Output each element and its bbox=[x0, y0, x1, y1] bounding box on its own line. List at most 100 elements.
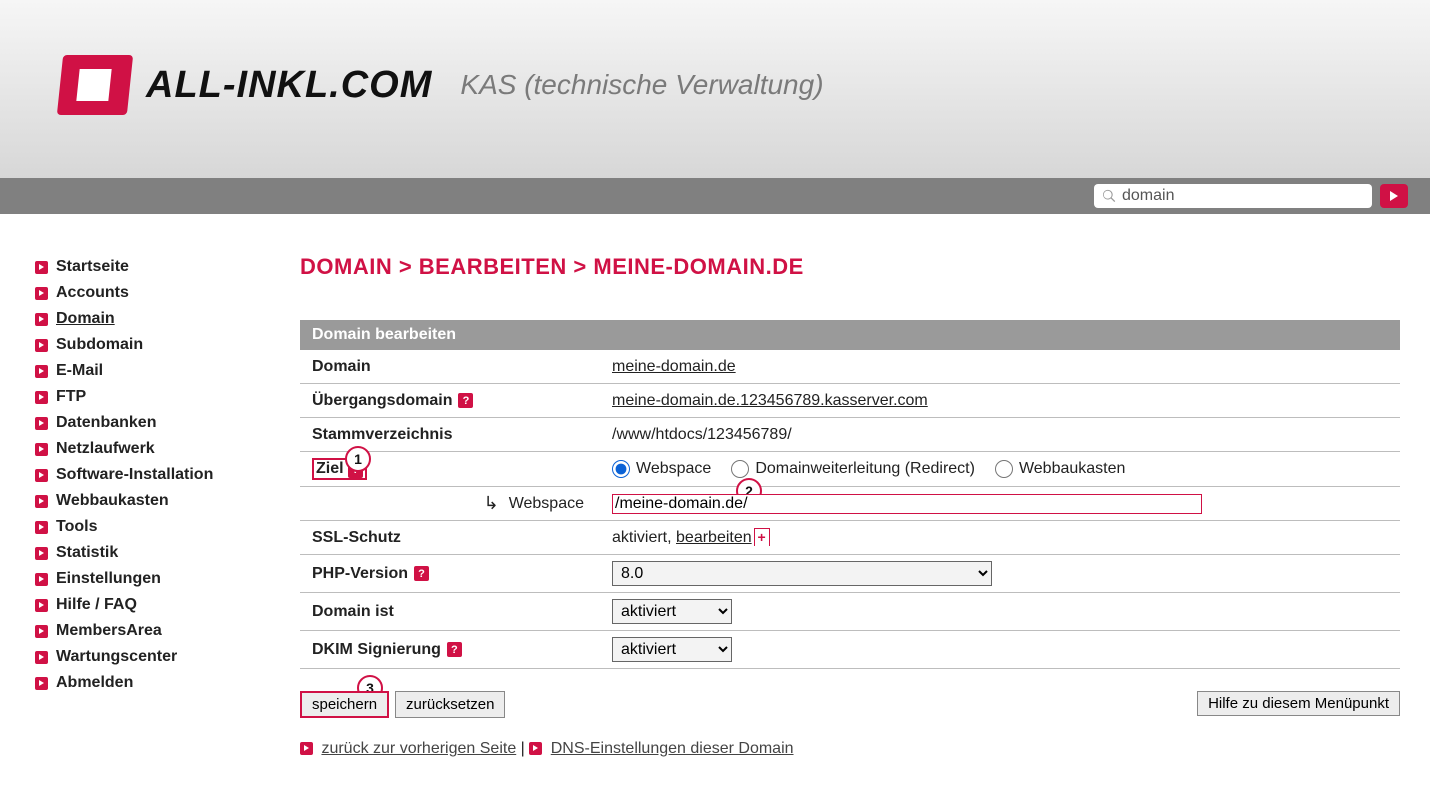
bullet-icon bbox=[35, 573, 48, 586]
logo-block: ALL-INKL.COM KAS (technische Verwaltung) bbox=[60, 55, 824, 115]
bullet-icon bbox=[35, 417, 48, 430]
help-icon[interactable]: ? bbox=[348, 463, 363, 478]
bullet-icon bbox=[35, 625, 48, 638]
sidebar-item-label: FTP bbox=[56, 388, 86, 406]
sidebar-item-hilfe-faq[interactable]: Hilfe / FAQ bbox=[35, 592, 300, 618]
bullet-icon bbox=[529, 742, 542, 755]
sidebar-item-datenbanken[interactable]: Datenbanken bbox=[35, 410, 300, 436]
bullet-icon bbox=[35, 651, 48, 664]
bullet-icon bbox=[300, 742, 313, 755]
row-webspace-path: ↳ Webspace bbox=[300, 487, 1400, 521]
sidebar-item-einstellungen[interactable]: Einstellungen bbox=[35, 566, 300, 592]
dkim-select[interactable]: aktiviert bbox=[612, 637, 732, 662]
reset-button[interactable]: zurücksetzen bbox=[395, 691, 505, 718]
sidebar-item-software-installation[interactable]: Software-Installation bbox=[35, 462, 300, 488]
label-dkim: DKIM Signierung bbox=[312, 641, 441, 659]
radio-builder[interactable] bbox=[995, 460, 1013, 478]
content: DOMAIN > BEARBEITEN > MEINE-DOMAIN.DE Do… bbox=[300, 254, 1400, 758]
bullet-icon bbox=[35, 391, 48, 404]
brand-subtitle: KAS (technische Verwaltung) bbox=[460, 69, 823, 101]
logo-icon bbox=[57, 55, 133, 115]
brand-name: ALL-INKL.COM bbox=[146, 64, 432, 107]
row-transition-domain: Übergangsdomain ? meine-domain.de.123456… bbox=[300, 384, 1400, 418]
panel-title: Domain bearbeiten bbox=[300, 320, 1400, 350]
sidebar-item-e-mail[interactable]: E-Mail bbox=[35, 358, 300, 384]
help-icon[interactable]: ? bbox=[414, 566, 429, 581]
value-rootdir: /www/htdocs/123456789/ bbox=[612, 426, 1388, 444]
label-target: Ziel bbox=[316, 460, 344, 477]
play-icon bbox=[1389, 191, 1399, 201]
bullet-icon bbox=[35, 365, 48, 378]
value-transition[interactable]: meine-domain.de.123456789.kasserver.com bbox=[612, 392, 928, 410]
label-transition: Übergangsdomain bbox=[312, 392, 452, 410]
help-icon[interactable]: ? bbox=[447, 642, 462, 657]
sidebar-item-domain[interactable]: Domain bbox=[35, 306, 300, 332]
domain-active-select[interactable]: aktiviert bbox=[612, 599, 732, 624]
sidebar-item-membersarea[interactable]: MembersArea bbox=[35, 618, 300, 644]
save-button[interactable]: speichern bbox=[300, 691, 389, 718]
bullet-icon bbox=[35, 599, 48, 612]
bullet-icon bbox=[35, 261, 48, 274]
bullet-icon bbox=[35, 313, 48, 326]
sidebar-item-label: Abmelden bbox=[56, 674, 133, 692]
breadcrumb: DOMAIN > BEARBEITEN > MEINE-DOMAIN.DE bbox=[300, 254, 1400, 280]
search-button[interactable] bbox=[1380, 184, 1408, 208]
bullet-icon bbox=[35, 443, 48, 456]
row-rootdir: Stammverzeichnis /www/htdocs/123456789/ bbox=[300, 418, 1400, 452]
footer-links: zurück zur vorherigen Seite | DNS-Einste… bbox=[300, 740, 1400, 758]
sidebar-item-label: Einstellungen bbox=[56, 570, 161, 588]
header: ALL-INKL.COM KAS (technische Verwaltung) bbox=[0, 0, 1430, 178]
return-arrow-icon: ↳ bbox=[484, 493, 499, 514]
sidebar-item-webbaukasten[interactable]: Webbaukasten bbox=[35, 488, 300, 514]
label-php: PHP-Version bbox=[312, 565, 408, 583]
sidebar-item-label: Wartungscenter bbox=[56, 648, 177, 666]
radio-redirect-label[interactable]: Domainweiterleitung (Redirect) bbox=[755, 460, 975, 478]
radio-webspace[interactable] bbox=[612, 460, 630, 478]
sidebar-item-label: Accounts bbox=[56, 284, 129, 302]
back-link[interactable]: zurück zur vorherigen Seite bbox=[321, 740, 516, 757]
webspace-path-input[interactable] bbox=[612, 494, 1202, 514]
radio-redirect[interactable] bbox=[731, 460, 749, 478]
value-domain[interactable]: meine-domain.de bbox=[612, 358, 736, 376]
sidebar-item-tools[interactable]: Tools bbox=[35, 514, 300, 540]
sidebar-item-label: Tools bbox=[56, 518, 97, 536]
bullet-icon bbox=[35, 547, 48, 560]
add-icon[interactable]: + bbox=[754, 528, 770, 546]
sidebar-item-label: E-Mail bbox=[56, 362, 103, 380]
sidebar-item-ftp[interactable]: FTP bbox=[35, 384, 300, 410]
sidebar-item-statistik[interactable]: Statistik bbox=[35, 540, 300, 566]
search-field[interactable] bbox=[1094, 184, 1372, 208]
label-rootdir: Stammverzeichnis bbox=[312, 426, 612, 444]
php-version-select[interactable]: 8.0 bbox=[612, 561, 992, 586]
bullet-icon bbox=[35, 521, 48, 534]
radio-webspace-label[interactable]: Webspace bbox=[636, 460, 711, 478]
label-domain-active: Domain ist bbox=[312, 603, 612, 621]
sidebar-item-label: Datenbanken bbox=[56, 414, 156, 432]
label-domain: Domain bbox=[312, 358, 612, 376]
sidebar-item-startseite[interactable]: Startseite bbox=[35, 254, 300, 280]
search-input[interactable] bbox=[1122, 187, 1366, 205]
sidebar-item-netzlaufwerk[interactable]: Netzlaufwerk bbox=[35, 436, 300, 462]
bullet-icon bbox=[35, 339, 48, 352]
bullet-icon bbox=[35, 495, 48, 508]
ssl-edit-link[interactable]: bearbeiten bbox=[676, 529, 752, 547]
sidebar-item-label: Startseite bbox=[56, 258, 129, 276]
sidebar-item-label: Webbaukasten bbox=[56, 492, 169, 510]
menu-help-button[interactable]: Hilfe zu diesem Menüpunkt bbox=[1197, 691, 1400, 716]
help-icon[interactable]: ? bbox=[458, 393, 473, 408]
dns-settings-link[interactable]: DNS-Einstellungen dieser Domain bbox=[551, 740, 794, 757]
bullet-icon bbox=[35, 469, 48, 482]
bullet-icon bbox=[35, 677, 48, 690]
sidebar-item-label: Netzlaufwerk bbox=[56, 440, 155, 458]
sidebar: Startseite Accounts DomainSubdomain E-Mail F… bbox=[20, 254, 300, 758]
row-target: Ziel ? Webspace Domainweiterleitung (Red… bbox=[300, 452, 1400, 487]
sidebar-item-label: Statistik bbox=[56, 544, 118, 562]
radio-builder-label[interactable]: Webbaukasten bbox=[1019, 460, 1125, 478]
sidebar-item-subdomain[interactable]: Subdomain bbox=[35, 332, 300, 358]
sidebar-item-abmelden[interactable]: Abmelden bbox=[35, 670, 300, 696]
sidebar-item-label: Hilfe / FAQ bbox=[56, 596, 137, 614]
row-domain: Domain meine-domain.de bbox=[300, 350, 1400, 384]
sidebar-item-wartungscenter[interactable]: Wartungscenter bbox=[35, 644, 300, 670]
ssl-status: aktiviert bbox=[612, 529, 667, 547]
sidebar-item-accounts[interactable]: Accounts bbox=[35, 280, 300, 306]
